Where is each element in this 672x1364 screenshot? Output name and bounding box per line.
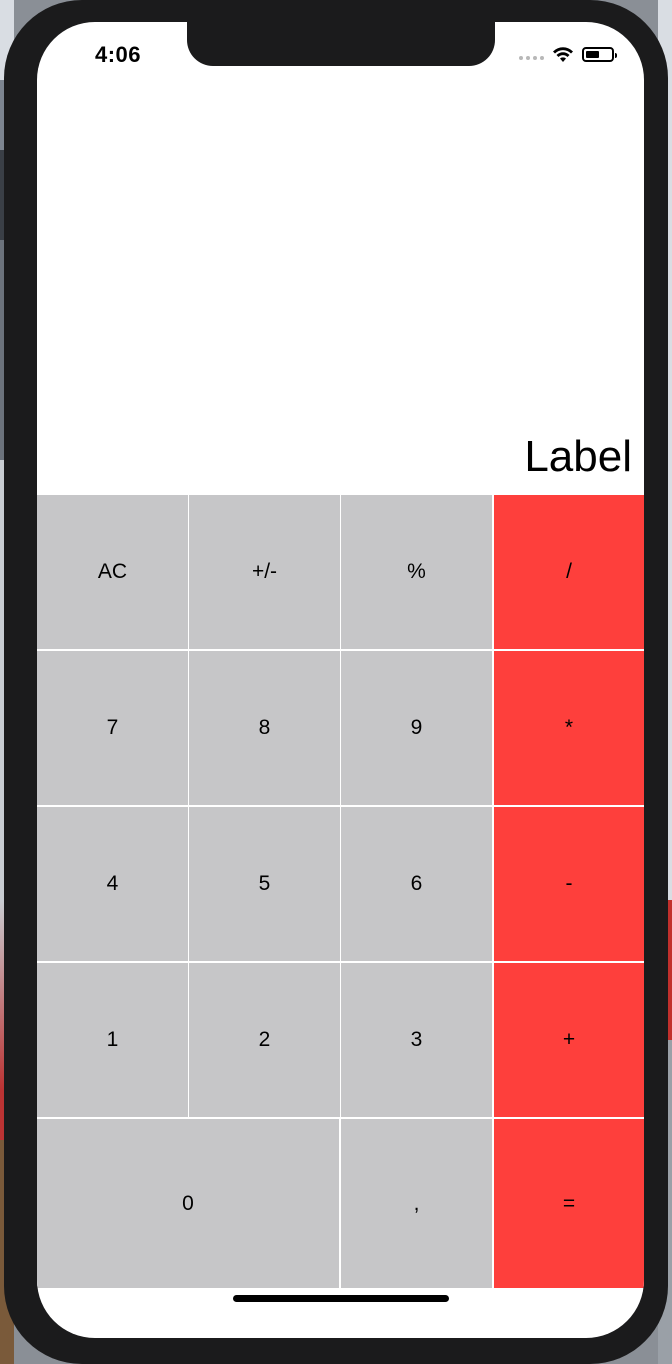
signal-dots-icon [519,48,544,60]
status-time: 4:06 [95,42,142,67]
notch [187,22,495,66]
plus-button[interactable]: + [494,963,644,1117]
equals-button[interactable]: = [494,1119,644,1288]
multiply-button[interactable]: * [494,651,644,805]
plus-minus-button[interactable]: +/- [189,495,340,649]
battery-icon [582,46,617,62]
wifi-icon [553,46,573,62]
app-screen: 4:06 Label AC +/- % / 7 8 9 * 4 5 6 - 1 … [37,22,644,1338]
minus-button[interactable]: - [494,807,644,961]
four-button[interactable]: 4 [37,807,188,961]
seven-button[interactable]: 7 [37,651,188,805]
three-button[interactable]: 3 [341,963,492,1117]
nine-button[interactable]: 9 [341,651,492,805]
six-button[interactable]: 6 [341,807,492,961]
zero-button[interactable]: 0 [37,1119,339,1288]
device-frame: 4:06 Label AC +/- % / 7 8 9 * 4 5 6 - 1 … [4,0,668,1364]
divide-button[interactable]: / [494,495,644,649]
five-button[interactable]: 5 [189,807,340,961]
eight-button[interactable]: 8 [189,651,340,805]
display-label: Label [524,432,632,481]
status-icons [519,44,617,64]
ac-button[interactable]: AC [37,495,188,649]
keypad: AC +/- % / 7 8 9 * 4 5 6 - 1 2 3 + 0 , = [37,495,644,1288]
percent-button[interactable]: % [341,495,492,649]
comma-button[interactable]: , [341,1119,492,1288]
one-button[interactable]: 1 [37,963,188,1117]
two-button[interactable]: 2 [189,963,340,1117]
home-indicator[interactable] [233,1295,449,1302]
